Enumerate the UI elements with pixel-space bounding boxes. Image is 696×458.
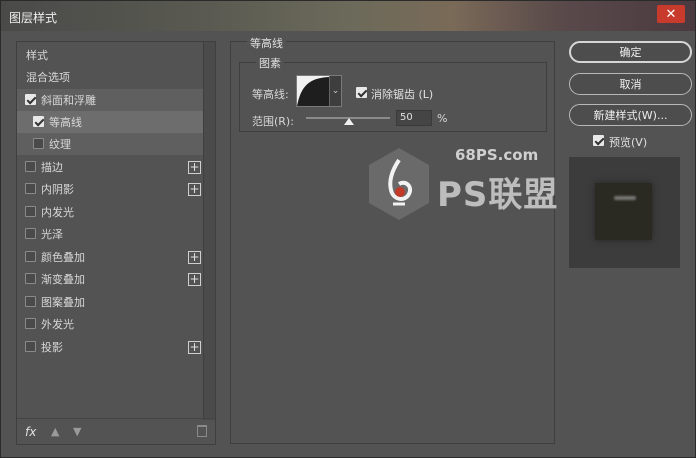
layer-style-dialog: 图层样式 ✕ 样式 混合选项 斜面和浮雕 等高线 纹理 描边 + 内阴影 + 内发光 光泽 颜色叠加 +… xyxy=(0,0,696,458)
new-style-button[interactable]: 新建样式(W)... xyxy=(569,104,692,126)
antialias-checkbox[interactable] xyxy=(356,87,367,98)
style-item[interactable]: 描边 + xyxy=(17,156,204,178)
style-item-label: 混合选项 xyxy=(26,71,70,84)
style-item-checkbox[interactable] xyxy=(25,206,36,217)
elements-subgroup: 图素 等高线: ⌄ 消除锯齿 (L) 范围(R): 50 % xyxy=(239,55,547,132)
add-effect-icon[interactable]: + xyxy=(188,250,201,264)
contour-curve-icon xyxy=(297,77,329,106)
style-item-checkbox[interactable] xyxy=(25,228,36,239)
style-item-label: 等高线 xyxy=(49,116,82,129)
style-item-checkbox[interactable] xyxy=(33,116,44,127)
style-item[interactable]: 投影 + xyxy=(17,336,204,358)
add-effect-icon[interactable]: + xyxy=(188,182,201,196)
style-preview xyxy=(569,157,680,268)
contour-group-title: 等高线 xyxy=(247,35,286,51)
close-icon: ✕ xyxy=(665,6,677,22)
style-item[interactable]: 渐变叠加 + xyxy=(17,268,204,290)
style-item-checkbox[interactable] xyxy=(25,296,36,307)
trash-icon[interactable] xyxy=(197,425,207,437)
style-item-label: 图案叠加 xyxy=(41,296,85,309)
style-item-label: 内阴影 xyxy=(41,183,74,196)
contour-settings-group: 等高线 图素 等高线: ⌄ 消除锯齿 (L) 范围(R): 50 % xyxy=(230,35,555,444)
style-item-label: 内发光 xyxy=(41,206,74,219)
style-item-checkbox[interactable] xyxy=(25,183,36,194)
range-input[interactable]: 50 xyxy=(396,110,432,126)
ps-union-logo-icon xyxy=(369,148,429,220)
arrow-up-icon[interactable]: ▲ xyxy=(51,425,59,438)
style-item-checkbox[interactable] xyxy=(25,251,36,262)
style-item[interactable]: 混合选项 xyxy=(17,66,204,88)
style-item[interactable]: 斜面和浮雕 xyxy=(17,89,204,111)
style-item-checkbox[interactable] xyxy=(25,318,36,329)
contour-curve-preview[interactable] xyxy=(297,76,329,106)
style-item-checkbox[interactable] xyxy=(33,138,44,149)
styles-toolbar: fx ▲ ▼ xyxy=(17,418,215,444)
style-item[interactable]: 内阴影 + xyxy=(17,178,204,200)
style-item-label: 颜色叠加 xyxy=(41,251,85,264)
dialog-title: 图层样式 xyxy=(9,11,58,25)
style-preview-swatch xyxy=(595,183,652,240)
range-slider-thumb[interactable] xyxy=(344,118,354,125)
style-item-label: 样式 xyxy=(26,49,48,62)
style-item-label: 光泽 xyxy=(41,228,63,241)
contour-picker[interactable]: ⌄ xyxy=(296,75,342,107)
style-item-checkbox[interactable] xyxy=(25,94,36,105)
style-item[interactable]: 等高线 xyxy=(17,111,204,133)
close-button[interactable]: ✕ xyxy=(657,5,685,23)
preview-checkbox[interactable] xyxy=(593,135,604,146)
style-item-label: 斜面和浮雕 xyxy=(41,94,96,107)
style-item[interactable]: 纹理 xyxy=(17,133,204,155)
chevron-down-icon[interactable]: ⌄ xyxy=(329,76,341,106)
style-item[interactable]: 图案叠加 xyxy=(17,291,204,313)
style-item-checkbox[interactable] xyxy=(25,341,36,352)
style-item[interactable]: 样式 xyxy=(17,44,204,66)
style-item-label: 纹理 xyxy=(49,138,71,151)
add-effect-icon[interactable]: + xyxy=(188,340,201,354)
styles-list-scrollbar[interactable] xyxy=(203,42,215,420)
style-item-label: 外发光 xyxy=(41,318,74,331)
contour-label: 等高线: xyxy=(252,88,289,101)
style-item[interactable]: 光泽 xyxy=(17,223,204,245)
style-item-checkbox[interactable] xyxy=(25,161,36,172)
style-item[interactable]: 内发光 xyxy=(17,201,204,223)
style-item[interactable]: 外发光 xyxy=(17,313,204,335)
style-item-label: 投影 xyxy=(41,341,63,354)
fx-button[interactable]: fx xyxy=(25,425,36,439)
add-effect-icon[interactable]: + xyxy=(188,272,201,286)
add-effect-icon[interactable]: + xyxy=(188,160,201,174)
watermark-brand: PS联盟 xyxy=(437,175,559,215)
preview-label[interactable]: 预览(V) xyxy=(609,134,647,150)
ok-button[interactable]: 确定 xyxy=(569,41,692,63)
style-preview-highlight xyxy=(614,196,636,200)
arrow-down-icon[interactable]: ▼ xyxy=(73,425,81,438)
range-unit: % xyxy=(437,112,448,125)
style-item-label: 渐变叠加 xyxy=(41,273,85,286)
style-item[interactable]: 颜色叠加 + xyxy=(17,246,204,268)
antialias-label[interactable]: 消除锯齿 (L) xyxy=(371,86,433,102)
styles-list-panel: 样式混合选项斜面和浮雕等高线纹理描边 + 内阴影 + 内发光光泽颜色叠加 + 渐变叠加 + 图案… xyxy=(16,41,216,445)
style-item-label: 描边 xyxy=(41,161,63,174)
style-item-checkbox[interactable] xyxy=(25,273,36,284)
elements-subgroup-title: 图素 xyxy=(256,55,284,71)
cancel-button[interactable]: 取消 xyxy=(569,73,692,95)
watermark-site: 68PS.com xyxy=(455,146,539,164)
title-bar[interactable]: 图层样式 ✕ xyxy=(1,1,695,31)
range-label: 范围(R): xyxy=(252,115,294,128)
